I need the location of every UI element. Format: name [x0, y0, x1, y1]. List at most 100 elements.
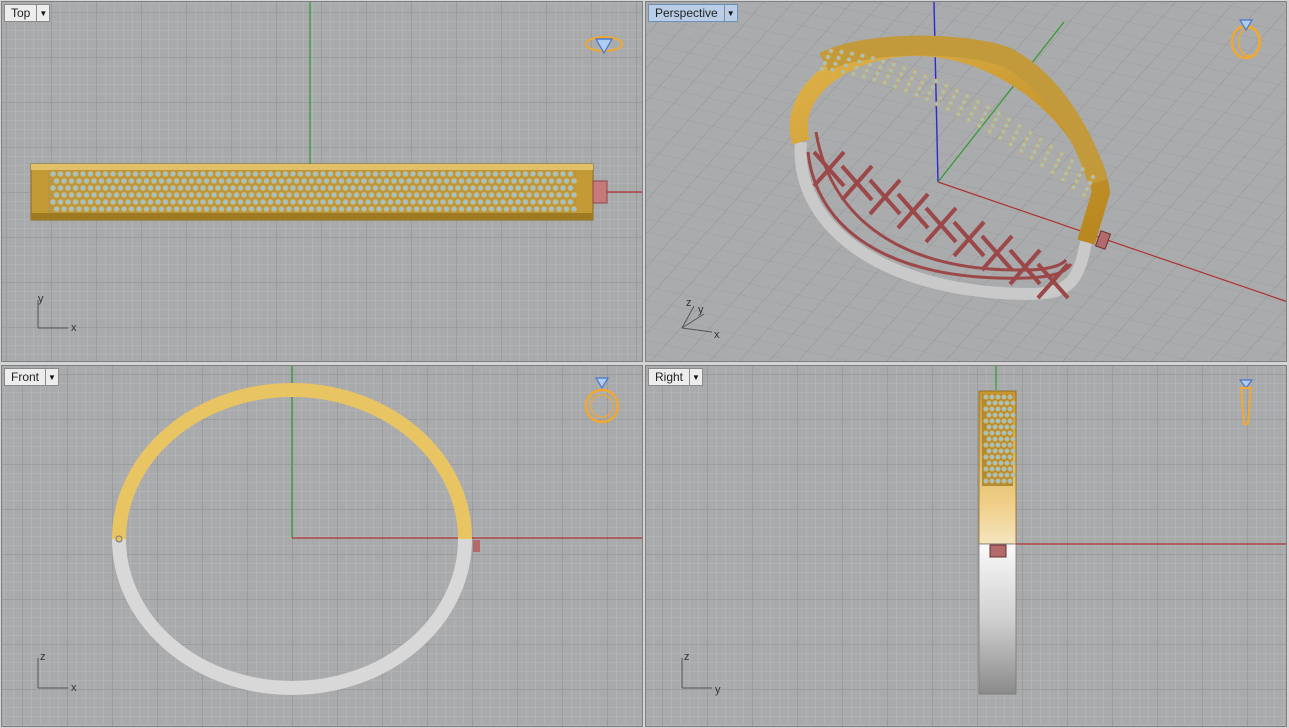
gem-stone — [300, 177, 307, 184]
gem-stone — [1035, 143, 1041, 149]
bangle-top-view[interactable] — [30, 163, 608, 221]
gem-stone — [270, 177, 277, 184]
gem-stone — [849, 51, 855, 56]
viewport-title-perspective[interactable]: Perspective ▼ — [648, 4, 738, 22]
gem-stone — [1007, 442, 1013, 448]
gem-stone — [147, 170, 154, 177]
bangle-right-view[interactable] — [978, 390, 1017, 695]
gem-stone — [57, 198, 64, 205]
gem-stone — [435, 205, 442, 212]
gem-stone — [888, 68, 894, 74]
gem-stone — [349, 184, 356, 191]
gem-stone — [443, 177, 450, 184]
gem-stone — [222, 198, 229, 205]
gem-stone — [1001, 394, 1007, 400]
gem-stone — [240, 205, 247, 212]
gem-stone — [541, 205, 548, 212]
gem-stone — [199, 184, 206, 191]
gem-stone — [289, 184, 296, 191]
gem-stone — [447, 198, 454, 205]
gem-stone — [1001, 406, 1007, 412]
chevron-down-icon[interactable]: ▼ — [723, 5, 737, 21]
gem-stone — [995, 430, 1001, 436]
ring-front-icon[interactable] — [584, 377, 620, 424]
gem-stone — [372, 170, 379, 177]
gem-stone — [192, 198, 199, 205]
gem-stone — [983, 418, 989, 424]
gem-stone — [1066, 165, 1072, 170]
gem-stone — [966, 117, 972, 123]
viewport-perspective[interactable]: Perspective ▼ z y x — [645, 1, 1287, 362]
gem-stone — [297, 184, 304, 191]
viewport-title-top[interactable]: Top ▼ — [4, 4, 51, 22]
gem-stone — [454, 198, 461, 205]
gem-stone — [323, 177, 330, 184]
gem-stone — [870, 55, 876, 61]
gem-stone — [304, 170, 311, 177]
gem-stone — [150, 205, 157, 212]
gem-stone — [861, 73, 867, 79]
gem-stone — [1000, 129, 1006, 135]
chevron-down-icon[interactable]: ▼ — [689, 369, 702, 385]
gem-stone — [428, 191, 435, 198]
gem-stone — [1001, 442, 1007, 448]
gem-stone — [526, 191, 533, 198]
viewport-right[interactable]: Right ▼ z y — [645, 365, 1287, 727]
gem-stone — [983, 406, 989, 412]
viewport-front[interactable]: Front ▼ z x — [1, 365, 643, 727]
gem-stone — [1007, 394, 1013, 400]
gem-stone — [563, 205, 570, 212]
gem-stone — [57, 170, 64, 177]
ring-right-icon[interactable] — [1238, 379, 1254, 425]
gem-stone — [87, 184, 94, 191]
gem-stone — [180, 177, 187, 184]
chevron-down-icon[interactable]: ▼ — [45, 369, 58, 385]
gem-stone — [312, 198, 319, 205]
gem-stone — [50, 184, 57, 191]
gem-stone — [225, 191, 232, 198]
gem-stone — [285, 205, 292, 212]
gem-stone — [1004, 472, 1010, 478]
gem-stone — [987, 129, 993, 134]
gem-stone — [567, 184, 574, 191]
gem-stone — [61, 177, 68, 184]
gem-stone — [992, 436, 998, 442]
hinge-pin — [592, 180, 608, 204]
viewport-top[interactable]: Top ▼ y x — [1, 1, 643, 362]
gem-stone — [833, 61, 838, 67]
gem-stone — [891, 62, 897, 68]
gem-stone — [345, 191, 352, 198]
gem-stone — [439, 184, 446, 191]
gem-stone — [1007, 406, 1013, 412]
gem-stone — [65, 184, 72, 191]
gem-stone — [267, 198, 274, 205]
gem-stone — [398, 177, 405, 184]
gem-stone — [229, 184, 236, 191]
gem-stone — [240, 177, 247, 184]
gem-stone — [263, 205, 270, 212]
gem-stone — [986, 412, 992, 418]
gem-stone — [244, 170, 251, 177]
gem-stone — [1074, 178, 1079, 184]
ring-top-icon[interactable] — [585, 36, 623, 55]
gem-stone — [898, 71, 904, 77]
gem-stone — [413, 191, 420, 198]
gem-stone — [323, 191, 330, 198]
viewport-title-front[interactable]: Front ▼ — [4, 368, 60, 386]
gem-stone — [462, 184, 469, 191]
gem-stone — [851, 71, 856, 77]
gem-stone — [379, 184, 386, 191]
gem-stone — [338, 191, 345, 198]
gem-stone — [530, 198, 537, 205]
gem-stone — [255, 191, 262, 198]
gem-stone — [530, 184, 537, 191]
gem-stone — [937, 95, 943, 101]
chevron-down-icon[interactable]: ▼ — [36, 5, 49, 21]
gem-stone — [912, 69, 918, 75]
viewport-title-right[interactable]: Right ▼ — [648, 368, 704, 386]
gem-stone — [106, 177, 113, 184]
gem-stone — [91, 205, 98, 212]
bangle-front-view[interactable] — [112, 383, 480, 695]
gem-stone — [263, 191, 270, 198]
gem-stone — [263, 177, 270, 184]
